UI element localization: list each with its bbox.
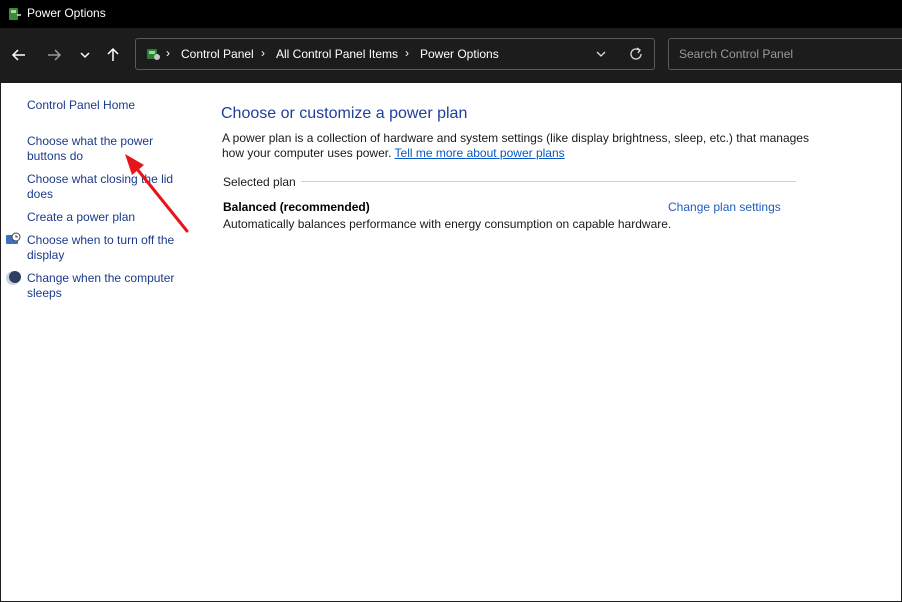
page-title: Choose or customize a power plan (221, 105, 468, 122)
window-title: Power Options (27, 6, 106, 20)
sidebar-item-turn-off-display[interactable]: Choose when to turn off the display (27, 233, 187, 263)
arrow-right-icon (48, 49, 62, 61)
title-bar: Power Options (0, 0, 902, 28)
learn-more-link[interactable]: Tell me more about power plans (395, 146, 565, 160)
up-button[interactable] (103, 45, 123, 65)
chevron-down-icon[interactable] (594, 47, 608, 61)
sidebar-item-closing-lid[interactable]: Choose what closing the lid does (27, 172, 187, 202)
control-panel-icon (147, 49, 160, 60)
sidebar-item-computer-sleeps[interactable]: Change when the computer sleeps (27, 271, 187, 301)
sidebar-item-create-plan[interactable]: Create a power plan (27, 210, 187, 225)
arrow-left-icon (11, 49, 25, 61)
chevron-down-icon (80, 52, 90, 59)
navigation-bar: › Control Panel › All Control Panel Item… (0, 28, 902, 83)
breadcrumb-control-panel[interactable]: Control Panel (181, 47, 254, 61)
divider (301, 181, 796, 182)
sidebar-item-power-buttons[interactable]: Choose what the power buttons do (27, 134, 187, 164)
plan-description: Automatically balances performance with … (223, 217, 672, 231)
address-bar[interactable]: › Control Panel › All Control Panel Item… (135, 38, 655, 70)
breadcrumb-separator-icon: › (405, 46, 409, 60)
change-plan-settings-link[interactable]: Change plan settings (668, 200, 781, 214)
moon-icon (6, 271, 21, 285)
selected-plan-label: Selected plan (223, 175, 296, 189)
search-input[interactable] (677, 46, 891, 62)
breadcrumb-all-items[interactable]: All Control Panel Items (276, 47, 398, 61)
page-description: A power plan is a collection of hardware… (222, 131, 812, 161)
refresh-icon[interactable] (628, 46, 644, 62)
power-options-icon (9, 8, 21, 20)
content-area: Control Panel Home Choose what the power… (1, 83, 901, 601)
recent-locations-button[interactable] (75, 45, 95, 65)
arrow-up-icon (107, 47, 119, 61)
breadcrumb-separator-icon: › (261, 46, 265, 60)
breadcrumb-separator-icon: › (166, 46, 170, 60)
breadcrumb-power-options[interactable]: Power Options (420, 47, 499, 61)
forward-button[interactable] (44, 45, 64, 65)
search-box[interactable] (668, 38, 902, 70)
monitor-clock-icon (6, 232, 21, 244)
back-button[interactable] (9, 45, 29, 65)
sidebar-item-control-panel-home[interactable]: Control Panel Home (27, 98, 187, 113)
plan-name: Balanced (recommended) (223, 200, 370, 214)
